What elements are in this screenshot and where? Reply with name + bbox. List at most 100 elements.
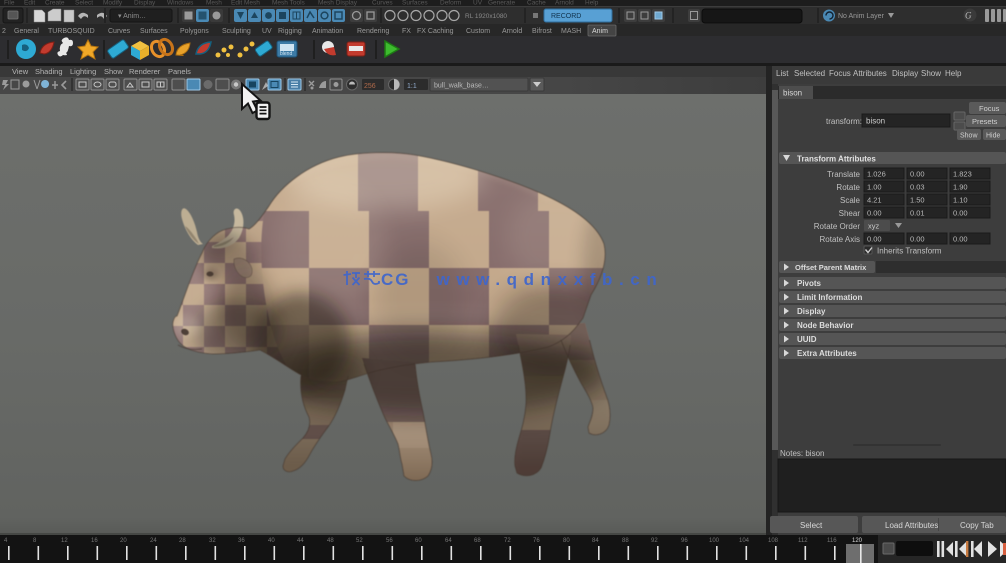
svg-text:100: 100 bbox=[709, 538, 720, 544]
svg-text:0.01: 0.01 bbox=[910, 209, 925, 218]
svg-text:Translate: Translate bbox=[827, 170, 861, 179]
svg-text:Deform: Deform bbox=[440, 0, 461, 7]
svg-text:General: General bbox=[14, 28, 39, 35]
svg-text:Mesh Tools: Mesh Tools bbox=[272, 0, 306, 7]
svg-text:36: 36 bbox=[238, 538, 245, 544]
svg-text:Selected: Selected bbox=[794, 69, 825, 78]
svg-text:Shear: Shear bbox=[839, 209, 861, 218]
svg-text:Node Behavior: Node Behavior bbox=[797, 321, 853, 330]
svg-text:Show: Show bbox=[960, 133, 978, 140]
svg-text:44: 44 bbox=[297, 538, 304, 544]
svg-text:Generate: Generate bbox=[488, 0, 515, 7]
svg-text:File: File bbox=[4, 0, 15, 7]
svg-text:Rigging: Rigging bbox=[278, 28, 302, 35]
svg-text:0.00: 0.00 bbox=[867, 209, 882, 218]
svg-text:Focus: Focus bbox=[979, 104, 1000, 113]
svg-text:Help: Help bbox=[945, 69, 962, 78]
svg-text:1.50: 1.50 bbox=[910, 196, 925, 205]
svg-text:Mesh: Mesh bbox=[206, 0, 222, 7]
svg-text:0.00: 0.00 bbox=[910, 235, 925, 244]
svg-text:256: 256 bbox=[364, 83, 376, 90]
svg-text:1.10: 1.10 bbox=[953, 196, 968, 205]
svg-text:Limit Information: Limit Information bbox=[797, 293, 862, 302]
svg-text:UUID: UUID bbox=[797, 335, 817, 344]
svg-text:Bifrost: Bifrost bbox=[532, 28, 552, 35]
svg-text:Edit: Edit bbox=[24, 0, 35, 7]
svg-text:64: 64 bbox=[445, 538, 452, 544]
svg-text:bison: bison bbox=[783, 89, 802, 98]
svg-text:Extra Attributes: Extra Attributes bbox=[797, 349, 857, 358]
svg-text:List: List bbox=[776, 69, 789, 78]
svg-text:MASH: MASH bbox=[561, 28, 581, 35]
svg-text:FX: FX bbox=[402, 28, 411, 35]
svg-text:Help: Help bbox=[585, 0, 599, 7]
svg-text:UV: UV bbox=[473, 0, 483, 7]
svg-text:116: 116 bbox=[827, 538, 837, 544]
svg-text:Display: Display bbox=[134, 0, 156, 7]
svg-text:bull_walk_base…: bull_walk_base… bbox=[434, 83, 489, 90]
svg-text:Display: Display bbox=[892, 69, 918, 78]
svg-text:Cache: Cache bbox=[527, 0, 546, 7]
svg-text:Arnold: Arnold bbox=[502, 28, 522, 35]
svg-text:108: 108 bbox=[768, 538, 779, 544]
svg-text:Rendering: Rendering bbox=[357, 28, 389, 35]
svg-text:Inherits Transform: Inherits Transform bbox=[877, 247, 942, 256]
svg-text:60: 60 bbox=[415, 538, 422, 544]
svg-text:112: 112 bbox=[798, 538, 808, 544]
svg-text:Show: Show bbox=[104, 67, 123, 76]
svg-text:Windows: Windows bbox=[167, 0, 194, 7]
svg-text:Create: Create bbox=[45, 0, 65, 7]
svg-text:40: 40 bbox=[268, 538, 275, 544]
svg-text:0.00: 0.00 bbox=[867, 235, 882, 244]
svg-text:bison: bison bbox=[866, 117, 885, 126]
svg-text:RL 1920x1080: RL 1920x1080 bbox=[465, 13, 507, 20]
svg-text:4.21: 4.21 bbox=[867, 196, 882, 205]
svg-text:blend: blend bbox=[280, 51, 292, 57]
svg-text:84: 84 bbox=[592, 538, 599, 544]
svg-text:Show: Show bbox=[921, 69, 941, 78]
svg-text:76: 76 bbox=[533, 538, 540, 544]
svg-text:20: 20 bbox=[120, 538, 127, 544]
svg-text:RECORD: RECORD bbox=[551, 13, 581, 20]
svg-text:Presets: Presets bbox=[972, 117, 998, 126]
svg-text:Display: Display bbox=[797, 307, 826, 316]
svg-text:Pivots: Pivots bbox=[797, 279, 822, 288]
svg-text:68: 68 bbox=[474, 538, 481, 544]
svg-text:80: 80 bbox=[563, 538, 570, 544]
svg-text:Panels: Panels bbox=[168, 67, 191, 76]
svg-text:Polygons: Polygons bbox=[180, 28, 209, 35]
svg-text:Focus: Focus bbox=[829, 69, 851, 78]
svg-text:View: View bbox=[12, 67, 29, 76]
svg-text:120: 120 bbox=[852, 538, 863, 544]
svg-text:G: G bbox=[965, 11, 972, 21]
svg-text:Attributes: Attributes bbox=[853, 69, 887, 78]
svg-text:Surfaces: Surfaces bbox=[402, 0, 428, 7]
svg-text:Animation: Animation bbox=[312, 28, 343, 35]
svg-text:UV: UV bbox=[262, 28, 272, 35]
svg-text:52: 52 bbox=[356, 538, 363, 544]
svg-text:88: 88 bbox=[622, 538, 629, 544]
svg-text:2: 2 bbox=[2, 28, 6, 35]
svg-text:FX Caching: FX Caching bbox=[417, 28, 454, 35]
svg-text:1.823: 1.823 bbox=[953, 170, 972, 179]
svg-text:Select: Select bbox=[75, 0, 93, 7]
svg-text:Mesh Display: Mesh Display bbox=[318, 0, 358, 7]
svg-text:Copy Tab: Copy Tab bbox=[960, 521, 994, 530]
svg-text:▾ Anim…: ▾ Anim… bbox=[118, 13, 146, 20]
svg-text:Shading: Shading bbox=[35, 67, 63, 76]
svg-text:Rotate Order: Rotate Order bbox=[814, 222, 861, 231]
svg-text:0.00: 0.00 bbox=[910, 170, 925, 179]
svg-text:Sculpting: Sculpting bbox=[222, 28, 251, 35]
svg-text:48: 48 bbox=[327, 538, 334, 544]
svg-text:transform:: transform: bbox=[826, 117, 862, 126]
svg-text:Modify: Modify bbox=[103, 0, 123, 7]
svg-text:Curves: Curves bbox=[108, 28, 131, 35]
svg-text:92: 92 bbox=[651, 538, 658, 544]
svg-text:No Anim Layer: No Anim Layer bbox=[838, 13, 885, 20]
svg-text:1.026: 1.026 bbox=[867, 170, 886, 179]
svg-text:Lighting: Lighting bbox=[70, 67, 96, 76]
svg-text:Notes: bison: Notes: bison bbox=[780, 449, 824, 458]
svg-text:96: 96 bbox=[681, 538, 688, 544]
svg-text:16: 16 bbox=[91, 538, 98, 544]
svg-text:56: 56 bbox=[386, 538, 393, 544]
